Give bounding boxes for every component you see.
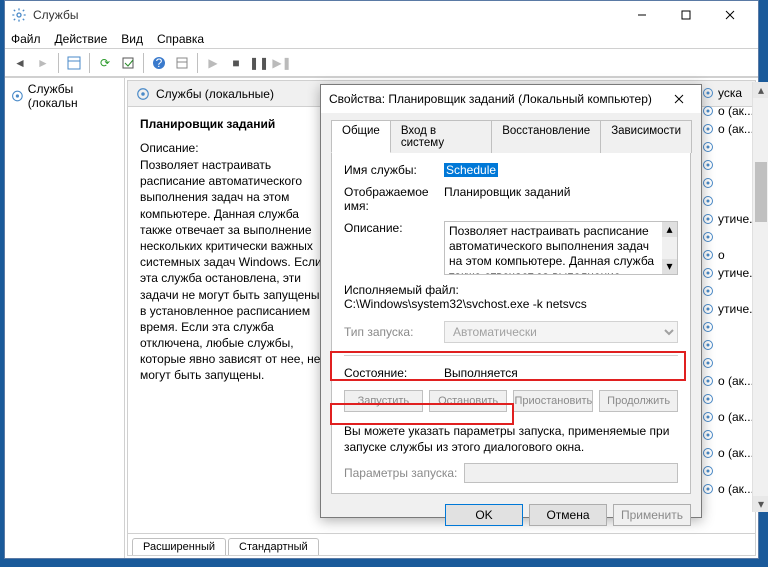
- scroll-thumb[interactable]: [755, 162, 767, 222]
- description-textbox[interactable]: Позволяет настраивать расписание автомат…: [444, 221, 678, 275]
- label-service-name: Имя службы:: [344, 163, 444, 177]
- dialog-title: Свойства: Планировщик заданий (Локальный…: [329, 92, 665, 106]
- dialog-close-button[interactable]: [665, 85, 693, 113]
- titlebar: Службы: [5, 1, 758, 29]
- params-note: Вы можете указать параметры запуска, при…: [344, 424, 678, 455]
- label-state: Состояние:: [344, 366, 444, 380]
- menu-help[interactable]: Справка: [157, 32, 204, 46]
- back-button[interactable]: ◄: [9, 52, 31, 74]
- gear-icon: [136, 87, 150, 101]
- close-button[interactable]: [708, 1, 752, 29]
- value-service-name: Schedule: [444, 163, 498, 177]
- label-start-params: Параметры запуска:: [344, 466, 464, 480]
- play-button[interactable]: ▶: [202, 52, 224, 74]
- startup-type-select[interactable]: Автоматически: [444, 321, 678, 343]
- start-params-input[interactable]: [464, 463, 678, 483]
- window-title: Службы: [33, 8, 620, 22]
- tree-item-services[interactable]: Службы (локальн: [7, 80, 122, 112]
- dialog-tabs: Общие Вход в систему Восстановление Зави…: [331, 119, 691, 153]
- menu-action[interactable]: Действие: [55, 32, 108, 46]
- menu-view[interactable]: Вид: [121, 32, 143, 46]
- scroll-down-icon[interactable]: ▾: [753, 496, 768, 512]
- scrollbar[interactable]: ▴ ▾: [752, 82, 768, 512]
- toolbar-detail-icon[interactable]: [63, 52, 85, 74]
- svg-text:?: ?: [156, 56, 163, 70]
- desc-scrollbar[interactable]: ▴▾: [662, 222, 677, 274]
- toolbar-help-icon[interactable]: ?: [148, 52, 170, 74]
- tab-general[interactable]: Общие: [331, 120, 391, 153]
- toolbar-export-icon[interactable]: [117, 52, 139, 74]
- tree-pane: Службы (локальн: [5, 78, 125, 558]
- description-text: Позволяет настраивать расписание автомат…: [449, 224, 673, 275]
- cancel-button[interactable]: Отмена: [529, 504, 607, 526]
- service-description: Позволяет настраивать расписание автомат…: [140, 157, 325, 384]
- tab-extended[interactable]: Расширенный: [132, 538, 226, 555]
- value-display-name: Планировщик заданий: [444, 185, 678, 199]
- detail-header-text: Службы (локальные): [156, 87, 274, 101]
- view-tabs: Расширенный Стандартный: [128, 533, 755, 555]
- stop-button[interactable]: ■: [225, 52, 247, 74]
- restart-button[interactable]: ▶❚: [271, 52, 293, 74]
- gear-icon: [11, 89, 24, 103]
- forward-button[interactable]: ►: [32, 52, 54, 74]
- pause-button[interactable]: ❚❚: [248, 52, 270, 74]
- toolbar-refresh-icon[interactable]: ⟳: [94, 52, 116, 74]
- toolbar: ◄ ► ⟳ ? ▶ ■ ❚❚ ▶❚: [5, 49, 758, 77]
- tab-standard[interactable]: Стандартный: [228, 538, 319, 555]
- tab-dependencies[interactable]: Зависимости: [600, 120, 692, 153]
- minimize-button[interactable]: [620, 1, 664, 29]
- value-state: Выполняется: [444, 366, 518, 380]
- label-display-name: Отображаемое имя:: [344, 185, 444, 213]
- apply-button[interactable]: Применить: [613, 504, 691, 526]
- label-executable: Исполняемый файл:: [344, 283, 678, 297]
- ok-button[interactable]: OK: [445, 504, 523, 526]
- menubar: Файл Действие Вид Справка: [5, 29, 758, 49]
- stop-button[interactable]: Остановить: [429, 390, 508, 412]
- dialog-footer: OK Отмена Применить: [321, 504, 701, 526]
- services-icon: [11, 7, 27, 23]
- dialog-titlebar: Свойства: Планировщик заданий (Локальный…: [321, 85, 701, 113]
- tab-logon[interactable]: Вход в систему: [390, 120, 492, 153]
- divider: [344, 355, 678, 356]
- label-description: Описание:: [344, 221, 444, 235]
- maximize-button[interactable]: [664, 1, 708, 29]
- scroll-up-icon[interactable]: ▴: [753, 82, 768, 98]
- tab-recovery[interactable]: Восстановление: [491, 120, 601, 153]
- menu-file[interactable]: Файл: [11, 32, 41, 46]
- properties-dialog: Свойства: Планировщик заданий (Локальный…: [320, 84, 702, 518]
- value-executable: C:\Windows\system32\svchost.exe -k netsv…: [344, 297, 678, 311]
- toolbar-props-icon[interactable]: [171, 52, 193, 74]
- pause-button[interactable]: Приостановить: [513, 390, 593, 412]
- tree-label: Службы (локальн: [28, 82, 118, 110]
- resume-button[interactable]: Продолжить: [599, 390, 678, 412]
- dialog-content: Имя службы: Schedule Отображаемое имя: П…: [331, 153, 691, 494]
- start-button[interactable]: Запустить: [344, 390, 423, 412]
- label-startup-type: Тип запуска:: [344, 325, 444, 339]
